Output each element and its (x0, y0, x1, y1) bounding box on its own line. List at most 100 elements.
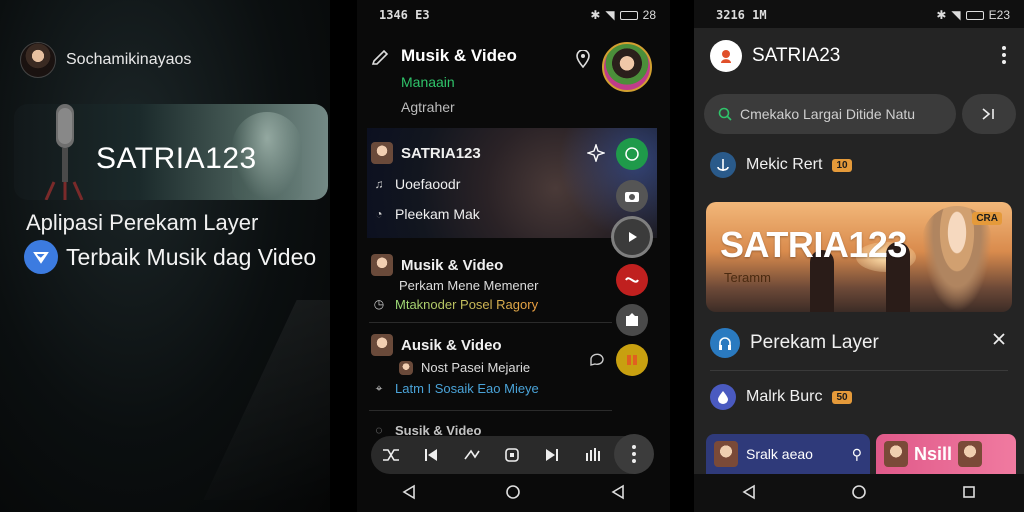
equalizer-icon[interactable] (582, 444, 604, 466)
system-nav-bar (357, 472, 670, 512)
system-nav-bar (694, 472, 1024, 512)
menu-kebab-icon[interactable] (1002, 46, 1006, 64)
repeat-icon[interactable] (461, 444, 483, 466)
entry-1-title: Musik & Video (401, 256, 504, 274)
music-note-icon: ♫ (374, 177, 384, 191)
battery-icon (965, 10, 984, 20)
section-2-label: Perekam Layer (750, 332, 879, 353)
card-row: Sralk aeao ⚲ Nsill (706, 434, 1016, 474)
pencil-icon[interactable] (371, 46, 391, 66)
app-logo[interactable] (710, 40, 742, 72)
card-thumbnail (958, 441, 983, 467)
section-1-label: Mekic Rert (746, 156, 823, 173)
banner-subtitle: Teramm (724, 270, 771, 285)
location-pin-icon[interactable] (575, 50, 591, 68)
avatar (371, 254, 393, 276)
chat-bubble-icon[interactable] (589, 352, 605, 366)
featured-item-1[interactable]: ♫ Uoefaoodr (371, 176, 461, 192)
avatar (371, 334, 393, 356)
header-subtitle: Agtraher (401, 99, 455, 115)
back-icon[interactable] (742, 484, 756, 500)
section-3-label: Malrk Burc (746, 388, 823, 405)
search-placeholder: Cmekako Largai Ditide Natu (740, 106, 916, 122)
section-music-rank[interactable]: Mekic Rert 10 (710, 152, 852, 178)
avatar (371, 142, 393, 164)
entry-1-line1: Perkam Mene Memener (399, 278, 539, 293)
play-button[interactable] (611, 216, 653, 258)
back-icon[interactable] (402, 484, 416, 500)
card-1[interactable]: Sralk aeao ⚲ (706, 434, 870, 474)
avatar[interactable] (20, 42, 56, 78)
featured-item-2-label: Pleekam Mak (395, 206, 480, 222)
recents-icon[interactable] (962, 485, 976, 499)
featured-item-2[interactable]: ◔ Pleekam Mak (371, 206, 480, 222)
username: Sochamikinayaos (66, 51, 192, 68)
status-time: 1346 E3 (379, 8, 430, 22)
tagline-1: Aplipasi Perekam Layer (26, 210, 259, 235)
search-input[interactable]: Cmekako Largai Ditide Natu (704, 94, 956, 134)
list-item-title[interactable]: Musik & Video (371, 254, 503, 276)
bluetooth-icon: ✱ (590, 8, 601, 22)
check-icon (24, 240, 58, 274)
divider (369, 410, 612, 411)
app-title: SATRIA23 (752, 45, 841, 66)
microphone-icon (44, 104, 84, 200)
previous-icon[interactable] (420, 444, 442, 466)
back-icon[interactable] (611, 484, 625, 500)
anchor-icon (710, 152, 736, 178)
arrow-right-icon (982, 108, 994, 120)
next-icon[interactable] (541, 444, 563, 466)
featured-banner[interactable]: SATRIA123 Teramm CRA (706, 202, 1012, 312)
gallery-button[interactable] (616, 304, 648, 336)
effects-button[interactable] (616, 344, 648, 376)
location-pin-icon: ⌖ (375, 380, 383, 395)
bluetooth-icon: ✱ (936, 8, 947, 22)
panel-home: 3216 1M ✱ ◥ E23 SATRIA23 Cmekako Largai … (694, 0, 1024, 512)
status-bar: 3216 1M ✱ ◥ E23 (694, 8, 1024, 24)
entry-2-line2-row: ⌖ Latm I Sosaik Eao Mieye (371, 380, 539, 396)
section-1-badge: 10 (832, 158, 852, 172)
status-time: 3216 1M (716, 8, 767, 22)
panel-intro: Sochamikinayaos SATRIA123 Aplipasi Perek… (0, 0, 330, 512)
section-screen-recorder[interactable]: Perekam Layer (710, 328, 879, 358)
home-icon[interactable] (851, 484, 867, 500)
panel-music-list: 1346 E3 ✱ ◥ 28 Musik & Video Manaain Agt… (357, 0, 670, 512)
user-header[interactable]: Sochamikinayaos (20, 42, 191, 78)
battery-icon (619, 10, 638, 20)
close-icon[interactable] (992, 332, 1006, 346)
home-icon[interactable] (505, 484, 521, 500)
featured-item-1-label: Uoefaoodr (395, 176, 461, 192)
section-3-badge: 50 (832, 390, 852, 404)
featured-title: SATRIA123 (401, 144, 481, 162)
list-item-title[interactable]: Ausik & Video (371, 334, 502, 356)
timer-icon: ◔ (375, 207, 383, 221)
card-thumbnail (884, 441, 908, 467)
entry-1-line2: Mtaknoder Posel Ragory (395, 296, 539, 312)
section-marketplace[interactable]: Malrk Burc 50 (710, 384, 852, 410)
search-submit-button[interactable] (962, 94, 1016, 134)
status-icons: ✱ ◥ E23 (936, 8, 1010, 22)
featured-title-row[interactable]: SATRIA123 (371, 142, 481, 164)
hero-banner[interactable]: SATRIA123 (14, 104, 328, 200)
card-1-label: Sralk aeao (746, 446, 813, 462)
entry-2-line2: Latm I Sosaik Eao Mieye (395, 380, 539, 396)
whatsapp-share-button[interactable] (616, 138, 648, 170)
camera-button[interactable] (616, 180, 648, 212)
hero-title: SATRIA123 (96, 142, 257, 175)
banner-badge: CRA (972, 212, 1002, 225)
header-row: Musik & Video (371, 46, 517, 66)
battery-level: E23 (988, 8, 1010, 22)
header-subtitle-green: Manaain (401, 74, 455, 90)
card-2[interactable]: Nsill (876, 434, 1016, 474)
status-icons: ✱ ◥ 28 (590, 8, 656, 22)
drop-icon (710, 384, 736, 410)
headphones-icon (710, 328, 740, 358)
clock-icon: ◷ (373, 297, 385, 311)
stop-icon[interactable] (501, 444, 523, 466)
more-options-button[interactable] (614, 434, 654, 474)
record-button[interactable] (616, 264, 648, 296)
profile-avatar[interactable] (602, 42, 652, 92)
sparkle-icon[interactable] (587, 144, 605, 162)
search-icon (718, 107, 732, 121)
shuffle-icon[interactable] (380, 444, 402, 466)
